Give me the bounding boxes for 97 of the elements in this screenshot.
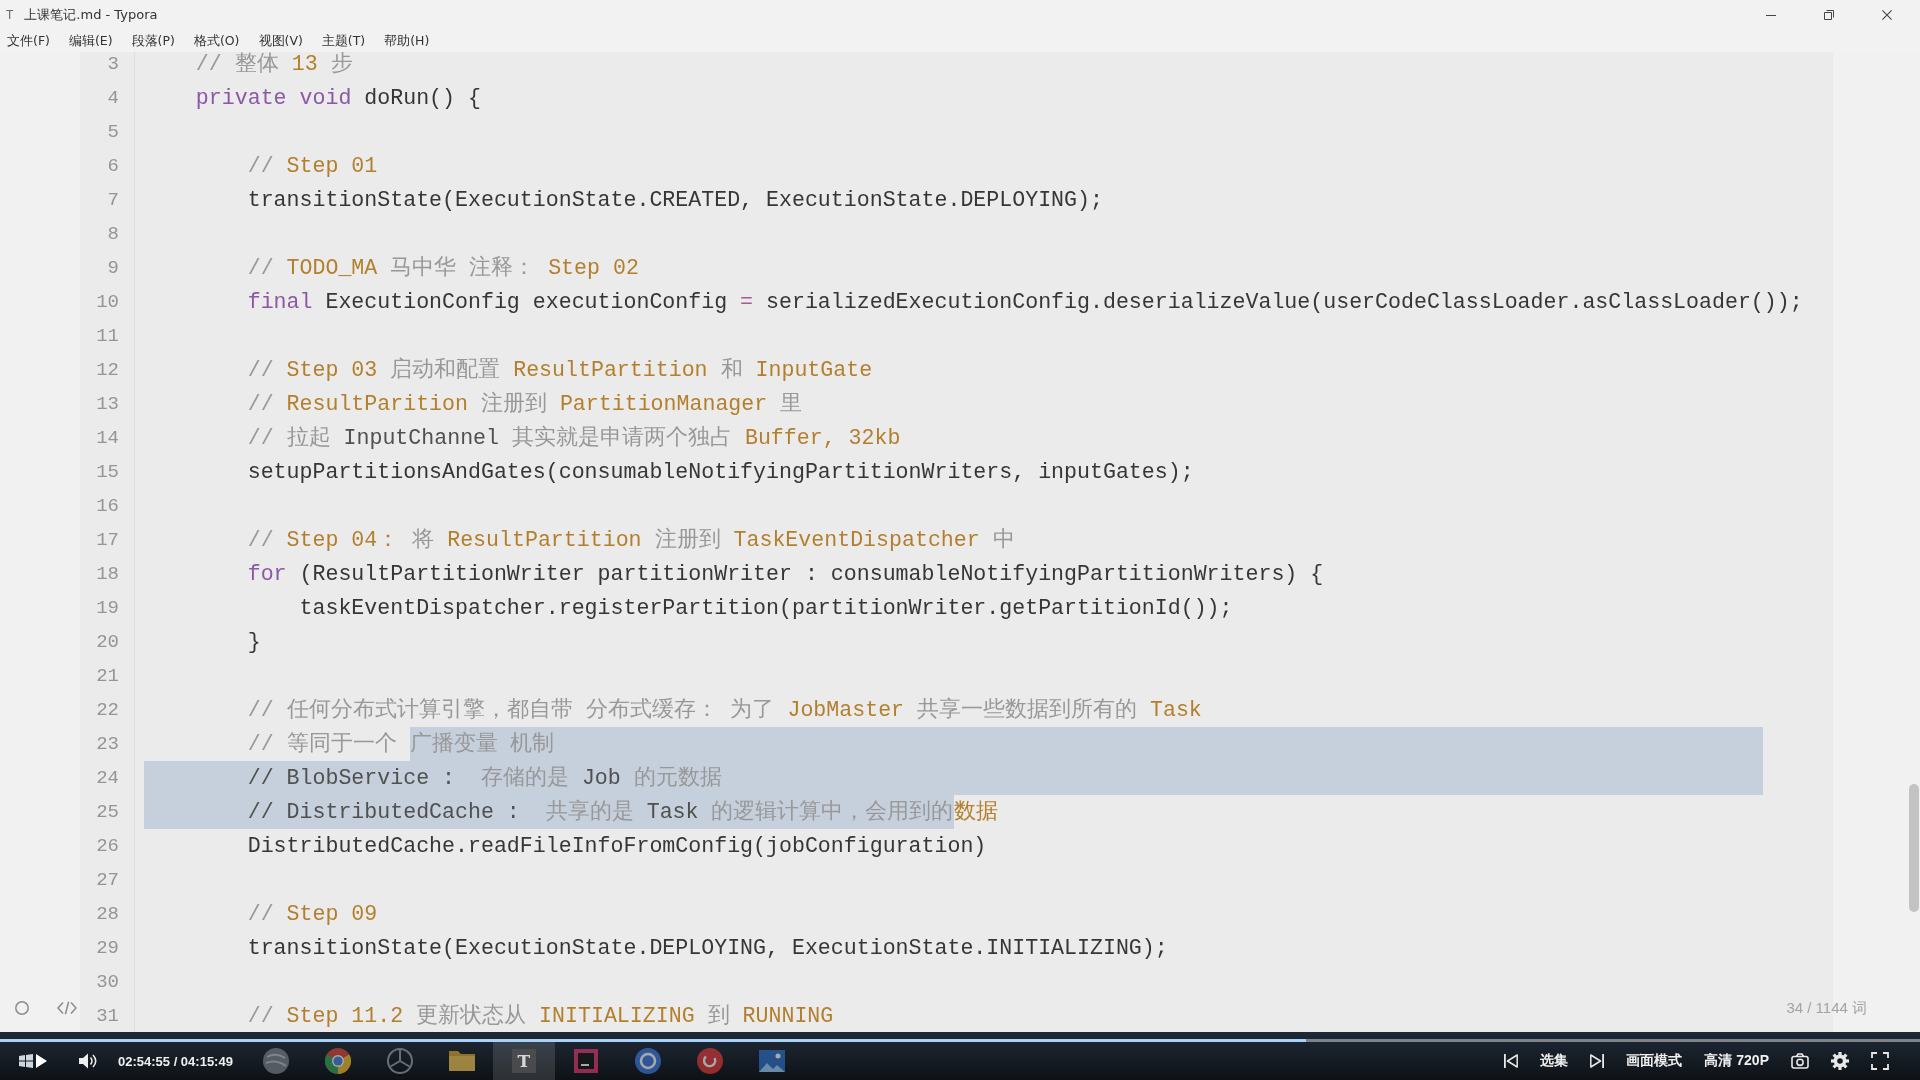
code-text: // ResultParition 注册到 PartitionManager 里	[246, 390, 803, 418]
skip-forward-icon	[1590, 1054, 1605, 1068]
code-text: // Step 11.2 更新状态从 INITIALIZING 到 RUNNING	[246, 1002, 834, 1030]
fullscreen-button[interactable]	[1871, 1052, 1889, 1070]
speaker-icon	[79, 1053, 97, 1069]
code-text: // DistributedCache : 共享的是 Task 的逻辑计算中，会用到的	[144, 795, 954, 829]
menu-item[interactable]: 段落(P)	[131, 32, 175, 50]
picture-icon	[758, 1050, 785, 1072]
line-number: 9	[80, 251, 135, 285]
menu-item[interactable]: 编辑(E)	[68, 32, 113, 50]
code-text: transitionState(ExecutionState.CREATED, ExecutionState.DEPLOYING);	[246, 187, 1103, 214]
emblem-icon	[386, 1048, 413, 1074]
circle-icon[interactable]	[15, 1001, 29, 1015]
code-text: // BlobService : 存储的是 Job 的元数据	[144, 761, 722, 795]
wheel-icon	[324, 1048, 351, 1074]
line-number: 21	[80, 659, 135, 693]
next-button[interactable]	[1590, 1054, 1605, 1068]
line-number: 20	[80, 625, 135, 659]
code-text: 广播变量 机制	[409, 727, 555, 761]
line-number: 18	[80, 557, 135, 591]
taskbar-button[interactable]: T	[492, 1042, 555, 1080]
line-number: 26	[80, 829, 135, 863]
menu-item[interactable]: 视图(V)	[258, 32, 303, 50]
code-text: // 等同于一个	[246, 731, 398, 758]
restore-icon	[1824, 10, 1834, 20]
code-text: // Step 03 启动和配置 ResultPartition 和 InputGate	[246, 356, 873, 384]
code-text: // TODO_MA 马中华 注释： Step 02	[246, 254, 639, 282]
code-text: taskEventDispatcher.registerPartition(partitionWriter.getPartitionId());	[298, 595, 1233, 622]
line-number: 25	[80, 795, 135, 829]
scrollbar-thumb[interactable]	[1909, 784, 1919, 912]
code-text: // Step 01	[246, 153, 378, 180]
close-icon	[1882, 10, 1892, 20]
line-number: 11	[80, 319, 135, 353]
previous-button[interactable]	[1504, 1054, 1519, 1068]
line-number: 4	[80, 81, 135, 115]
code-text: for (ResultPartitionWriter partitionWriter : consumableNotifyingPartitionWriters) {	[246, 561, 1324, 588]
disc-icon	[634, 1048, 661, 1074]
picture-mode-button[interactable]: 画面模式	[1626, 1052, 1683, 1070]
code-text: // Step 04： 将 ResultPartition 注册到 TaskEventDispatcher 中	[246, 526, 1015, 554]
line-number: 10	[80, 285, 135, 319]
settings-button[interactable]	[1831, 1052, 1849, 1070]
line-number: 29	[80, 931, 135, 965]
fullscreen-icon	[1871, 1052, 1889, 1070]
tile-icon	[573, 1049, 598, 1073]
swirl-icon	[696, 1048, 723, 1074]
line-number: 22	[80, 693, 135, 727]
minimize-icon	[1766, 14, 1776, 16]
line-number: 8	[80, 217, 135, 251]
menu-item[interactable]: 格式(O)	[193, 32, 240, 50]
line-number: 23	[80, 727, 135, 761]
line-number: 16	[80, 489, 135, 523]
line-number: 12	[80, 353, 135, 387]
code-icon[interactable]	[57, 1001, 77, 1015]
line-number: 19	[80, 591, 135, 625]
window-title: 上课笔记.md - Typora	[24, 6, 158, 24]
quality-button[interactable]: 高清 720P	[1704, 1052, 1769, 1070]
code-text: // 任何分布式计算引擎，都自带 分布式缓存： 为了 JobMaster 共享一些数据到所有的 Task	[246, 696, 1202, 724]
line-number: 6	[80, 149, 135, 183]
code-text: transitionState(ExecutionState.DEPLOYING, ExecutionState.INITIALIZING);	[246, 935, 1168, 962]
line-number: 5	[80, 115, 135, 149]
code-text: setupPartitionsAndGates(consumableNotifyingPartitionWriters, inputGates);	[246, 459, 1194, 486]
start-logo-icon[interactable]	[19, 1054, 33, 1068]
line-number: 30	[80, 965, 135, 999]
line-number: 24	[80, 761, 135, 795]
skip-back-icon	[1504, 1054, 1519, 1068]
settings-icon	[1831, 1052, 1849, 1070]
code-text: private void doRun() {	[194, 85, 481, 112]
app-logo: T	[6, 8, 14, 22]
code-text: // 拉起 InputChannel 其实就是申请两个独占 Buffer, 32kb	[246, 424, 901, 452]
sphere-icon	[262, 1048, 289, 1074]
line-number: 7	[80, 183, 135, 217]
code-text: DistributedCache.readFileInfoFromConfig(jobConfiguration)	[246, 833, 987, 860]
playback-time: 02:54:55 / 04:15:49	[118, 1053, 233, 1069]
code-text: final ExecutionConfig executionConfig = serializedExecutionConfig.deserializeValue(userCodeClassLoader.asClassLoader());	[246, 289, 1803, 316]
code-text: }	[246, 629, 261, 656]
folder-icon	[448, 1051, 475, 1071]
line-number: 3	[80, 52, 135, 81]
menu-item[interactable]: 文件(F)	[7, 32, 50, 50]
episodes-button[interactable]: 选集	[1540, 1052, 1569, 1070]
volume-button[interactable]	[79, 1053, 97, 1069]
line-number: 27	[80, 863, 135, 897]
line-number: 28	[80, 897, 135, 931]
progress-track[interactable]	[0, 1039, 1920, 1042]
play-button[interactable]	[36, 1054, 47, 1068]
line-number: 13	[80, 387, 135, 421]
play-icon	[36, 1054, 47, 1068]
code-text: 数据	[953, 799, 998, 826]
menu-item[interactable]: 帮助(H)	[384, 32, 430, 50]
line-number: 14	[80, 421, 135, 455]
line-number: 17	[80, 523, 135, 557]
screenshot-button[interactable]	[1791, 1053, 1809, 1069]
menu-item[interactable]: 主题(T)	[321, 32, 366, 50]
code-text: // 整体 13 步	[194, 52, 353, 78]
word-count: 34 / 1144 词	[1786, 998, 1867, 1018]
camera-icon	[1791, 1053, 1809, 1069]
line-number: 15	[80, 455, 135, 489]
code-text: // Step 09	[246, 901, 378, 928]
